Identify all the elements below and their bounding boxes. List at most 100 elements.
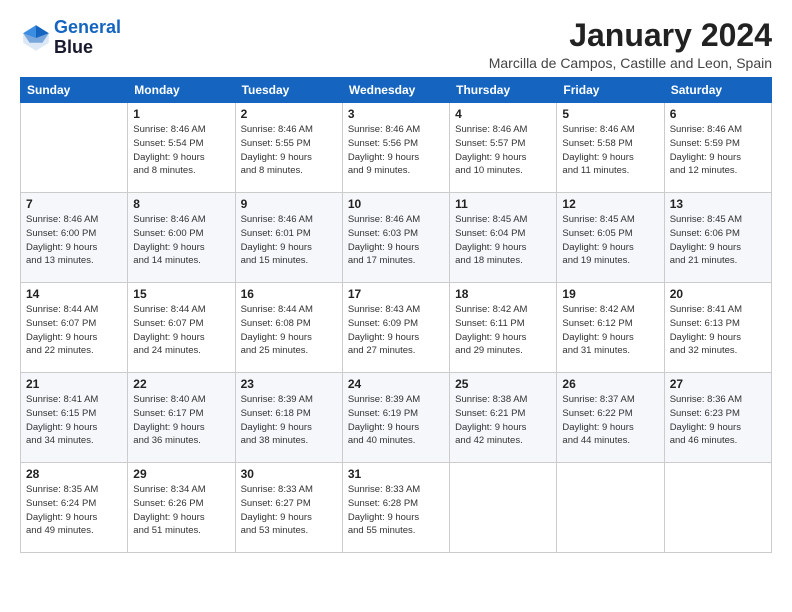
day-info: Sunrise: 8:37 AM Sunset: 6:22 PM Dayligh… bbox=[562, 393, 658, 448]
table-row: 28 Sunrise: 8:35 AM Sunset: 6:24 PM Dayli… bbox=[21, 463, 128, 553]
day-info: Sunrise: 8:38 AM Sunset: 6:21 PM Dayligh… bbox=[455, 393, 551, 448]
day-info: Sunrise: 8:35 AM Sunset: 6:24 PM Dayligh… bbox=[26, 483, 122, 538]
day-info: Sunrise: 8:46 AM Sunset: 5:58 PM Dayligh… bbox=[562, 123, 658, 178]
table-row: 29 Sunrise: 8:34 AM Sunset: 6:26 PM Dayli… bbox=[128, 463, 235, 553]
table-row: 22Sunrise: 8:40 AM Sunset: 6:17 PM Dayli… bbox=[128, 373, 235, 463]
day-info: Sunrise: 8:33 AM Sunset: 6:28 PM Dayligh… bbox=[348, 483, 444, 538]
day-info: Sunrise: 8:44 AM Sunset: 6:07 PM Dayligh… bbox=[26, 303, 122, 358]
day-number: 31 bbox=[348, 467, 444, 481]
table-row: 14 Sunrise: 8:44 AM Sunset: 6:07 PM Dayli… bbox=[21, 283, 128, 373]
day-number: 9 bbox=[241, 197, 337, 211]
day-number: 6 bbox=[670, 107, 766, 121]
calendar-week-row: 21 Sunrise: 8:41 AM Sunset: 6:15 PM Dayli… bbox=[21, 373, 772, 463]
table-row: 9 Sunrise: 8:46 AM Sunset: 6:01 PM Daylig… bbox=[235, 193, 342, 283]
day-number: 12 bbox=[562, 197, 658, 211]
col-sunday: Sunday bbox=[21, 78, 128, 103]
location: Marcilla de Campos, Castille and Leon, S… bbox=[489, 55, 772, 71]
day-number: 7 bbox=[26, 197, 122, 211]
day-number: 2 bbox=[241, 107, 337, 121]
day-info: Sunrise: 8:46 AM Sunset: 5:55 PM Dayligh… bbox=[241, 123, 337, 178]
table-row: 15 Sunrise: 8:44 AM Sunset: 6:07 PM Dayli… bbox=[128, 283, 235, 373]
day-number: 27 bbox=[670, 377, 766, 391]
table-row: 11 Sunrise: 8:45 AM Sunset: 6:04 PM Dayli… bbox=[450, 193, 557, 283]
col-friday: Friday bbox=[557, 78, 664, 103]
table-row: 16Sunrise: 8:44 AM Sunset: 6:08 PM Dayli… bbox=[235, 283, 342, 373]
logo-text: General Blue bbox=[54, 18, 121, 58]
col-saturday: Saturday bbox=[664, 78, 771, 103]
day-info: Sunrise: 8:39 AM Sunset: 6:19 PM Dayligh… bbox=[348, 393, 444, 448]
day-info: Sunrise: 8:46 AM Sunset: 5:56 PM Dayligh… bbox=[348, 123, 444, 178]
table-row bbox=[557, 463, 664, 553]
logo: General Blue bbox=[20, 18, 121, 58]
table-row: 23Sunrise: 8:39 AM Sunset: 6:18 PM Dayli… bbox=[235, 373, 342, 463]
day-info: Sunrise: 8:45 AM Sunset: 6:04 PM Dayligh… bbox=[455, 213, 551, 268]
title-block: January 2024 Marcilla de Campos, Castill… bbox=[489, 18, 772, 71]
day-info: Sunrise: 8:42 AM Sunset: 6:11 PM Dayligh… bbox=[455, 303, 551, 358]
day-info: Sunrise: 8:44 AM Sunset: 6:07 PM Dayligh… bbox=[133, 303, 229, 358]
calendar-week-row: 14 Sunrise: 8:44 AM Sunset: 6:07 PM Dayli… bbox=[21, 283, 772, 373]
day-info: Sunrise: 8:33 AM Sunset: 6:27 PM Dayligh… bbox=[241, 483, 337, 538]
day-number: 30 bbox=[241, 467, 337, 481]
col-monday: Monday bbox=[128, 78, 235, 103]
table-row: 1 Sunrise: 8:46 AM Sunset: 5:54 PM Daylig… bbox=[128, 103, 235, 193]
day-info: Sunrise: 8:36 AM Sunset: 6:23 PM Dayligh… bbox=[670, 393, 766, 448]
header: General Blue January 2024 Marcilla de Ca… bbox=[20, 18, 772, 71]
day-number: 8 bbox=[133, 197, 229, 211]
table-row bbox=[450, 463, 557, 553]
table-row: 19 Sunrise: 8:42 AM Sunset: 6:12 PM Dayli… bbox=[557, 283, 664, 373]
day-info: Sunrise: 8:41 AM Sunset: 6:15 PM Dayligh… bbox=[26, 393, 122, 448]
table-row: 25 Sunrise: 8:38 AM Sunset: 6:21 PM Dayli… bbox=[450, 373, 557, 463]
table-row: 12Sunrise: 8:45 AM Sunset: 6:05 PM Dayli… bbox=[557, 193, 664, 283]
day-number: 14 bbox=[26, 287, 122, 301]
calendar-week-row: 7 Sunrise: 8:46 AM Sunset: 6:00 PM Daylig… bbox=[21, 193, 772, 283]
day-info: Sunrise: 8:46 AM Sunset: 5:57 PM Dayligh… bbox=[455, 123, 551, 178]
logo-icon bbox=[20, 22, 52, 54]
table-row: 31 Sunrise: 8:33 AM Sunset: 6:28 PM Dayli… bbox=[342, 463, 449, 553]
day-number: 25 bbox=[455, 377, 551, 391]
day-number: 15 bbox=[133, 287, 229, 301]
col-thursday: Thursday bbox=[450, 78, 557, 103]
day-number: 24 bbox=[348, 377, 444, 391]
table-row: 8 Sunrise: 8:46 AM Sunset: 6:00 PM Daylig… bbox=[128, 193, 235, 283]
day-info: Sunrise: 8:46 AM Sunset: 6:03 PM Dayligh… bbox=[348, 213, 444, 268]
day-number: 1 bbox=[133, 107, 229, 121]
day-info: Sunrise: 8:42 AM Sunset: 6:12 PM Dayligh… bbox=[562, 303, 658, 358]
table-row: 2 Sunrise: 8:46 AM Sunset: 5:55 PM Daylig… bbox=[235, 103, 342, 193]
day-number: 28 bbox=[26, 467, 122, 481]
table-row: 20 Sunrise: 8:41 AM Sunset: 6:13 PM Dayli… bbox=[664, 283, 771, 373]
day-number: 16 bbox=[241, 287, 337, 301]
table-row: 17Sunrise: 8:43 AM Sunset: 6:09 PM Dayli… bbox=[342, 283, 449, 373]
calendar-week-row: 1 Sunrise: 8:46 AM Sunset: 5:54 PM Daylig… bbox=[21, 103, 772, 193]
day-number: 18 bbox=[455, 287, 551, 301]
day-number: 4 bbox=[455, 107, 551, 121]
table-row: 27 Sunrise: 8:36 AM Sunset: 6:23 PM Dayli… bbox=[664, 373, 771, 463]
table-row: 30 Sunrise: 8:33 AM Sunset: 6:27 PM Dayli… bbox=[235, 463, 342, 553]
col-tuesday: Tuesday bbox=[235, 78, 342, 103]
day-number: 29 bbox=[133, 467, 229, 481]
day-number: 13 bbox=[670, 197, 766, 211]
day-number: 21 bbox=[26, 377, 122, 391]
calendar-table: Sunday Monday Tuesday Wednesday Thursday… bbox=[20, 77, 772, 553]
table-row: 24 Sunrise: 8:39 AM Sunset: 6:19 PM Dayli… bbox=[342, 373, 449, 463]
table-row: 26 Sunrise: 8:37 AM Sunset: 6:22 PM Dayli… bbox=[557, 373, 664, 463]
day-number: 22 bbox=[133, 377, 229, 391]
day-number: 5 bbox=[562, 107, 658, 121]
table-row: 18 Sunrise: 8:42 AM Sunset: 6:11 PM Dayli… bbox=[450, 283, 557, 373]
day-number: 26 bbox=[562, 377, 658, 391]
day-number: 11 bbox=[455, 197, 551, 211]
day-info: Sunrise: 8:46 AM Sunset: 5:54 PM Dayligh… bbox=[133, 123, 229, 178]
day-info: Sunrise: 8:46 AM Sunset: 6:00 PM Dayligh… bbox=[133, 213, 229, 268]
day-number: 20 bbox=[670, 287, 766, 301]
table-row bbox=[21, 103, 128, 193]
month-title: January 2024 bbox=[489, 18, 772, 53]
day-info: Sunrise: 8:34 AM Sunset: 6:26 PM Dayligh… bbox=[133, 483, 229, 538]
day-info: Sunrise: 8:46 AM Sunset: 6:01 PM Dayligh… bbox=[241, 213, 337, 268]
day-info: Sunrise: 8:39 AM Sunset: 6:18 PM Dayligh… bbox=[241, 393, 337, 448]
table-row: 5 Sunrise: 8:46 AM Sunset: 5:58 PM Daylig… bbox=[557, 103, 664, 193]
table-row: 3Sunrise: 8:46 AM Sunset: 5:56 PM Daylig… bbox=[342, 103, 449, 193]
day-info: Sunrise: 8:46 AM Sunset: 6:00 PM Dayligh… bbox=[26, 213, 122, 268]
table-row: 4 Sunrise: 8:46 AM Sunset: 5:57 PM Daylig… bbox=[450, 103, 557, 193]
day-number: 19 bbox=[562, 287, 658, 301]
day-number: 17 bbox=[348, 287, 444, 301]
day-info: Sunrise: 8:41 AM Sunset: 6:13 PM Dayligh… bbox=[670, 303, 766, 358]
